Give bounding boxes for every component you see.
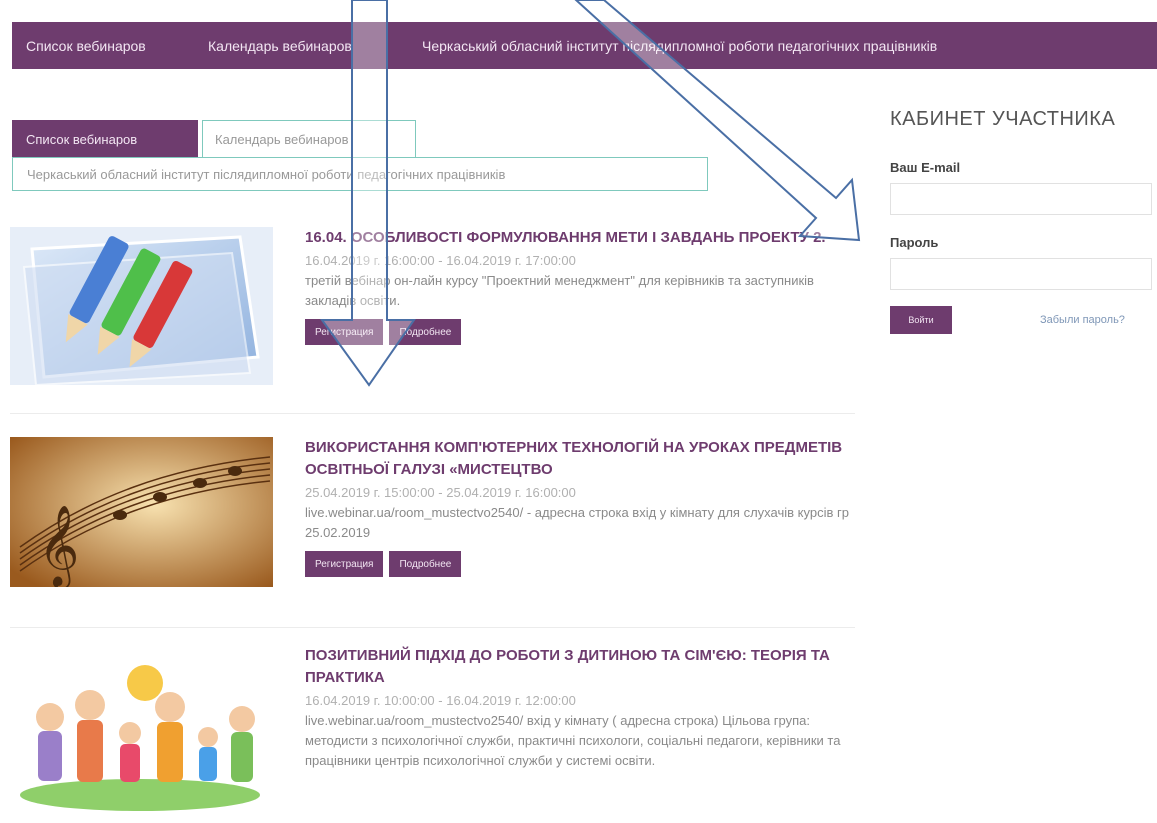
details-button[interactable]: Подробнее [389,551,462,577]
svg-text:𝄞: 𝄞 [38,504,79,587]
webinar-description: третій вебінар он-лайн курсу "Проектний … [305,273,814,308]
tab-webinar-list[interactable]: Список вебинаров [12,120,198,158]
cabinet-title: КАБИНЕТ УЧАСТНИКА [890,108,1116,130]
register-button[interactable]: Регистрация [305,551,384,577]
nav-webinar-list[interactable]: Список вебинаров [26,38,146,54]
nav-webinar-calendar[interactable]: Календарь вебинаров [208,38,352,54]
login-button[interactable]: Войти [890,306,952,334]
participant-cabinet: КАБИНЕТ УЧАСТНИКА Ваш E-mail Пароль Войт… [890,106,1157,340]
webinar-title[interactable]: ВИКОРИСТАННЯ КОМП'ЮТЕРНИХ ТЕХНОЛОГІЙ НА … [305,437,855,481]
password-field[interactable] [890,258,1152,290]
details-button[interactable]: Подробнее [389,319,462,345]
webinar-description: live.webinar.ua/room_mustectvo2540/ - ад… [305,505,849,540]
family-cartoon-image [10,645,273,815]
webinar-date: 16.04.2019 г. 10:00:00 - 16.04.2019 г. 1… [305,693,576,708]
email-label: Ваш E-mail [890,160,961,175]
webinar-date: 25.04.2019 г. 15:00:00 - 25.04.2019 г. 1… [305,485,576,500]
webinar-date: 16.04.2019 г. 16:00:00 - 16.04.2019 г. 1… [305,253,576,268]
top-navigation-bar: Список вебинаров Календарь вебинаров Чер… [12,22,1157,69]
webinar-title[interactable]: ПОЗИТИВНИЙ ПІДХІД ДО РОБОТИ З ДИТИНОЮ ТА… [305,645,855,689]
email-field[interactable] [890,183,1152,215]
webinar-description: live.webinar.ua/room_mustectvo2540/ вхід… [305,713,841,768]
pencils-image [10,227,273,385]
nav-institute[interactable]: Черкаський обласний інститут післядиплом… [422,38,937,54]
forgot-password-link[interactable]: Забыли пароль? [1040,314,1125,326]
webinar-title[interactable]: 16.04. ОСОБЛИВОСТІ ФОРМУЛЮВАННЯ МЕТИ І З… [305,227,855,249]
music-notes-image: 𝄞 [10,437,273,587]
register-button[interactable]: Регистрация [305,319,384,345]
item-divider [10,413,855,414]
tab-institute[interactable]: Черкаський обласний інститут післядиплом… [12,157,708,191]
item-divider [10,627,855,628]
password-label: Пароль [890,235,939,250]
tab-webinar-calendar[interactable]: Календарь вебинаров [202,120,416,158]
login-row: Войти Забыли пароль? [890,306,1157,340]
